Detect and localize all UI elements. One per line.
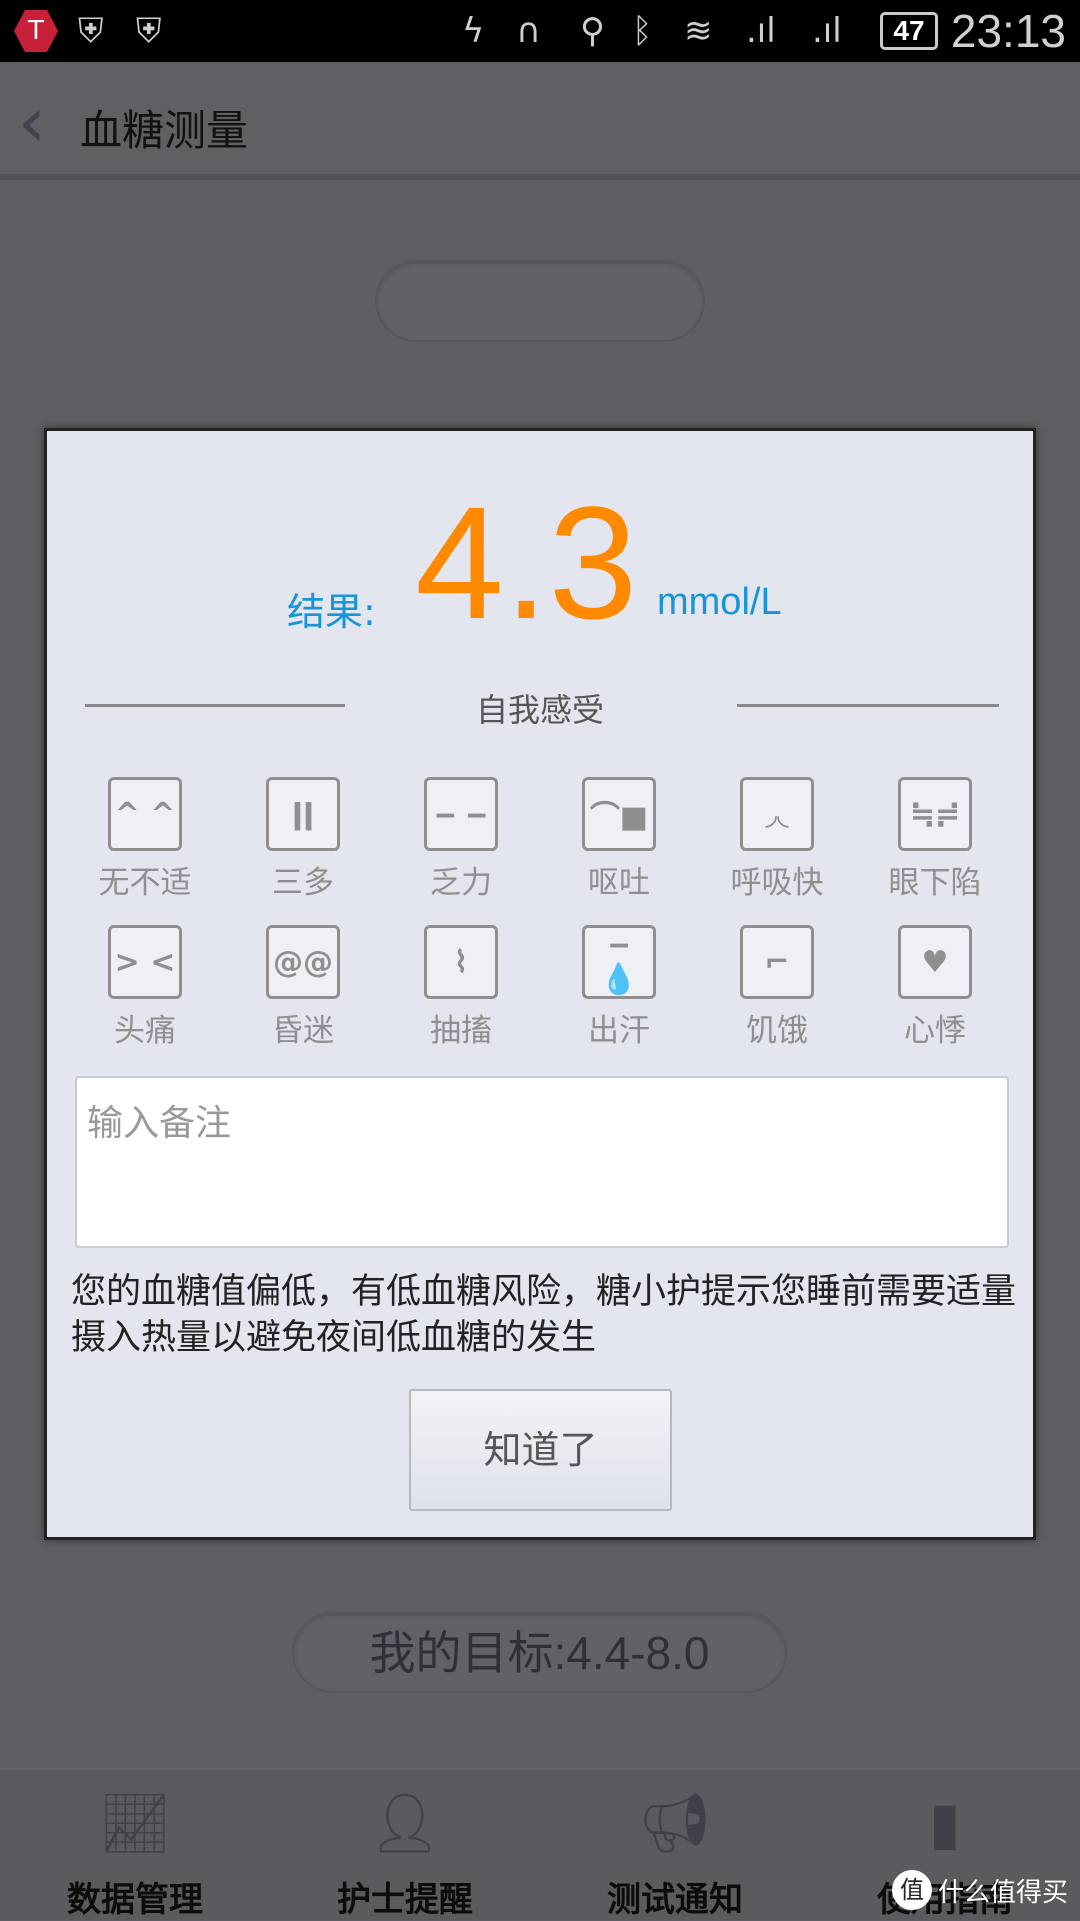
symptom-option[interactable]: ‒ 💧 出汗 [549, 925, 689, 1050]
nav-label: 护士提醒 [337, 1880, 473, 1920]
symptom-label: 昏迷 [272, 1013, 334, 1049]
symptom-face-icon: ǀǀ [266, 777, 340, 851]
nav-label: 测试通知 [607, 1880, 743, 1920]
signal-icon: .ıl [746, 11, 776, 51]
result-unit: mmol/L [657, 581, 782, 623]
nav-label: 数据管理 [67, 1880, 203, 1920]
goal-badge: 我的目标:4.4-8.0 [292, 1612, 787, 1693]
symptom-face-icon: ◞◟ [740, 777, 814, 851]
symptom-face-icon: ⌇ [424, 925, 498, 999]
app-badge-icon: T [14, 10, 58, 52]
symptom-option[interactable]: ⌒■ 呕吐 [549, 777, 689, 902]
symptom-label: 出汗 [588, 1013, 650, 1049]
result-label: 结果: [287, 590, 376, 634]
nurse-icon: 👤︎ [368, 1789, 442, 1857]
chevron-left-icon[interactable]: ‹ [18, 87, 46, 157]
measure-toggle[interactable] [375, 260, 705, 342]
symptom-label: 眼下陷 [888, 865, 982, 901]
megaphone-icon: 📢︎ [638, 1789, 712, 1857]
app-bar: ‹ 血糖测量 [0, 62, 1080, 180]
bluetooth-icon: ᛒ [632, 11, 653, 51]
symptom-face-icon: ⌐ [740, 925, 814, 999]
ok-button[interactable]: 知道了 [409, 1389, 672, 1511]
symptom-face-icon: ♥ [898, 925, 972, 999]
symptom-label: 抽搐 [430, 1013, 492, 1049]
watermark-logo: 值什么值得买 [891, 1870, 1068, 1910]
wifi-icon: ≋ [684, 11, 713, 51]
clock: 23:13 [950, 5, 1066, 57]
symptom-face-icon: ^ ^ [108, 777, 182, 851]
symptom-option[interactable]: ⌐ 饥饿 [707, 925, 847, 1050]
advice-message: 您的血糖值偏低，有低血糖风险，糖小护提示您睡前需要适量摄入热量以避免夜间低血糖的… [71, 1272, 1017, 1358]
shield-lock-icon: ⛨ [136, 11, 162, 51]
symptom-option[interactable]: @@ 昏迷 [233, 925, 373, 1050]
symptom-label: 呕吐 [588, 865, 650, 901]
flash-icon: ϟ [462, 11, 485, 51]
result-dialog: 结果: 4.3 mmol/L 自我感受 ^ ^ 无不适 ǀǀ 三多 ‒ ‒ 乏力 ⌒■ 呕吐 ◞… [44, 428, 1036, 1540]
symptom-face-icon: ≒≓ [898, 777, 972, 851]
symptom-option[interactable]: ◞◟ 呼吸快 [707, 777, 847, 902]
symptom-label: 三多 [272, 865, 334, 901]
location-icon: ⚲ [580, 11, 605, 51]
bottom-nav: 📈︎ 数据管理 👤︎ 护士提醒 📢︎ 测试通知 ▮ 使用指南 值什么值得买 [0, 1768, 1080, 1920]
nav-data-management[interactable]: 📈︎ 数据管理 [0, 1770, 270, 1921]
nav-test-notice[interactable]: 📢︎ 测试通知 [540, 1770, 810, 1921]
symptom-option[interactable]: ^ ^ 无不适 [75, 777, 215, 902]
symptom-face-icon: ⌒■ [582, 777, 656, 851]
symptom-face-icon: ‒ ‒ [424, 777, 498, 851]
status-bar: T ⛨ ⛨ ϟ ∩ ⚲ ᛒ ≋ .ıl .ıl 47 23:13 [0, 0, 1080, 62]
symptom-option[interactable]: ⌇ 抽搐 [391, 925, 531, 1050]
symptom-label: 心悸 [904, 1013, 966, 1049]
feeling-title: 自我感受 [475, 691, 604, 729]
headphones-icon: ∩ [516, 11, 541, 51]
page-title: 血糖测量 [80, 106, 249, 155]
symptom-face-icon: ‒ 💧 [582, 925, 656, 999]
divider [737, 704, 999, 707]
signal-icon: .ıl [812, 11, 842, 51]
note-input[interactable]: 输入备注 [75, 1076, 1009, 1248]
battery-indicator: 47 [880, 12, 938, 50]
symptom-option[interactable]: ≒≓ 眼下陷 [865, 777, 1005, 902]
symptom-face-icon: @@ [266, 925, 340, 999]
symptom-label: 呼吸快 [730, 865, 824, 901]
symptom-option[interactable]: ‒ ‒ 乏力 [391, 777, 531, 902]
symptom-face-icon: > < [108, 925, 182, 999]
symptom-label: 头痛 [114, 1013, 176, 1049]
chart-icon: 📈︎ [98, 1789, 172, 1857]
symptom-label: 饥饿 [746, 1013, 808, 1049]
shield-icon: ⛨ [78, 11, 104, 51]
symptom-option[interactable]: ǀǀ 三多 [233, 777, 373, 902]
symptom-option[interactable]: ♥ 心悸 [865, 925, 1005, 1050]
notebook-icon: ▮ [929, 1789, 961, 1857]
symptom-label: 无不适 [98, 865, 192, 901]
result-value: 4.3 [415, 473, 638, 652]
symptom-option[interactable]: > < 头痛 [75, 925, 215, 1050]
symptom-label: 乏力 [430, 865, 492, 901]
nav-nurse-reminder[interactable]: 👤︎ 护士提醒 [270, 1770, 540, 1921]
